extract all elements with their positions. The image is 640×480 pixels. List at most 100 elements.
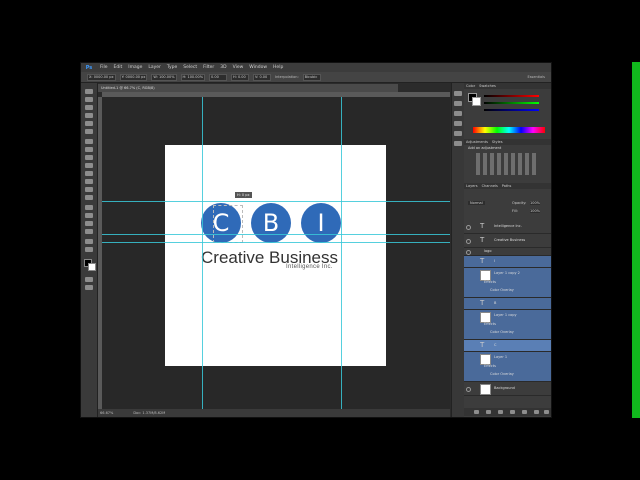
menu-type[interactable]: Type: [164, 65, 180, 70]
options-bar: X: 0000.00 px Y: 0000.00 px W: 100.00% H…: [81, 72, 551, 83]
workspace-select[interactable]: Essentials: [527, 75, 545, 79]
opacity-field[interactable]: 100%: [530, 201, 541, 205]
history-brush-tool-icon[interactable]: [85, 163, 93, 168]
background-color-chip[interactable]: [472, 97, 481, 106]
adjustment-layer-icon[interactable]: [510, 410, 515, 414]
lasso-tool-icon[interactable]: [85, 105, 93, 110]
brush-tool-icon[interactable]: [85, 147, 93, 152]
horizontal-guide[interactable]: [102, 242, 450, 243]
menu-image[interactable]: Image: [125, 65, 145, 70]
horizontal-guide[interactable]: [102, 234, 450, 235]
brush-panel-icon[interactable]: [454, 131, 462, 136]
menu-layer[interactable]: Layer: [145, 65, 164, 70]
interpolation-select[interactable]: Bicubic: [302, 73, 321, 81]
layer-row[interactable]: Layer 1 copy Effects Color Overlay: [464, 310, 551, 340]
layer-row[interactable]: T B: [464, 298, 551, 310]
blur-tool-icon[interactable]: [85, 187, 93, 192]
layer-row[interactable]: T I: [464, 256, 551, 268]
logo-circle-i[interactable]: I: [301, 203, 341, 243]
layer-style-icon[interactable]: [486, 410, 491, 414]
menu-filter[interactable]: Filter: [200, 65, 217, 70]
dodge-tool-icon[interactable]: [85, 195, 93, 200]
character-panel-icon[interactable]: [454, 111, 462, 116]
fill-field[interactable]: 100%: [530, 209, 541, 213]
link-layers-icon[interactable]: [474, 410, 479, 414]
zoom-level[interactable]: 66.67%: [100, 409, 113, 417]
red-slider[interactable]: [484, 95, 539, 97]
trash-icon[interactable]: [544, 410, 549, 414]
color-spectrum-bar[interactable]: [473, 127, 545, 133]
green-slider[interactable]: [484, 102, 539, 104]
layer-name: B: [494, 301, 497, 305]
background-color-swatch[interactable]: [88, 263, 96, 271]
rotate-field[interactable]: 0.00: [209, 73, 228, 81]
menu-edit[interactable]: Edit: [111, 65, 126, 70]
hskew-field[interactable]: H: 0.00: [231, 73, 250, 81]
marquee-tool-icon[interactable]: [85, 97, 93, 102]
mask-icon[interactable]: [498, 410, 503, 414]
vertical-guide[interactable]: [202, 97, 203, 409]
adjustment-icons-grid[interactable]: [476, 153, 538, 175]
eye-icon[interactable]: [466, 225, 471, 230]
eye-icon[interactable]: [466, 387, 471, 392]
menu-file[interactable]: File: [97, 65, 111, 70]
pen-tool-icon[interactable]: [85, 205, 93, 210]
menu-select[interactable]: Select: [180, 65, 200, 70]
selection-bounding-box[interactable]: [213, 205, 243, 243]
layer-row-selected[interactable]: T C: [464, 340, 551, 352]
hand-tool-icon[interactable]: [85, 239, 93, 244]
tab-adjustments[interactable]: Adjustments: [466, 139, 488, 145]
quick-mask-icon[interactable]: [85, 277, 93, 282]
shape-tool-icon[interactable]: [85, 229, 93, 234]
healing-tool-icon[interactable]: [85, 139, 93, 144]
tab-color[interactable]: Color: [466, 83, 475, 89]
actions-panel-icon[interactable]: [454, 141, 462, 146]
paragraph-panel-icon[interactable]: [454, 121, 462, 126]
eye-icon[interactable]: [466, 239, 471, 244]
new-layer-icon[interactable]: [534, 410, 539, 414]
eraser-tool-icon[interactable]: [85, 171, 93, 176]
type-tool-icon[interactable]: [85, 213, 93, 218]
logo-circle-b[interactable]: B: [251, 203, 291, 243]
x-field[interactable]: X: 0000.00 px: [87, 73, 116, 81]
vertical-guide[interactable]: [341, 97, 342, 409]
eyedropper-tool-icon[interactable]: [85, 129, 93, 134]
tagline-text[interactable]: Intelligence Inc.: [286, 264, 333, 270]
tab-styles[interactable]: Styles: [492, 139, 503, 145]
vskew-field[interactable]: V: 0.00: [253, 73, 272, 81]
tab-paths[interactable]: Paths: [502, 183, 512, 189]
gradient-tool-icon[interactable]: [85, 179, 93, 184]
crop-tool-icon[interactable]: [85, 121, 93, 126]
horizontal-guide[interactable]: [102, 201, 450, 202]
logo-letter-i: I: [317, 209, 325, 237]
layer-row[interactable]: Background: [464, 382, 551, 396]
new-group-icon[interactable]: [522, 410, 527, 414]
screen-mode-icon[interactable]: [85, 285, 93, 290]
zoom-tool-icon[interactable]: [85, 247, 93, 252]
tab-swatches[interactable]: Swatches: [479, 83, 496, 89]
eye-icon[interactable]: [466, 250, 471, 255]
menu-view[interactable]: View: [230, 65, 247, 70]
height-field[interactable]: H: 100.00%: [180, 73, 206, 81]
tab-channels[interactable]: Channels: [482, 183, 498, 189]
document-tab[interactable]: Untitled-1 @ 66.7% (C, RGB/8): [98, 84, 398, 92]
layer-row[interactable]: Layer 1 Effects Color Overlay: [464, 352, 551, 382]
blend-mode-select[interactable]: Normal: [468, 201, 485, 205]
layer-row[interactable]: T Creative Business: [464, 234, 551, 248]
layer-row[interactable]: Layer 1 copy 2 Effects Color Overlay: [464, 268, 551, 298]
menu-help[interactable]: Help: [270, 65, 286, 70]
path-select-tool-icon[interactable]: [85, 221, 93, 226]
y-field[interactable]: Y: 0000.00 px: [119, 73, 148, 81]
history-panel-icon[interactable]: [454, 91, 462, 96]
menu-3d[interactable]: 3D: [217, 65, 229, 70]
tab-layers[interactable]: Layers: [466, 183, 478, 189]
menu-window[interactable]: Window: [246, 65, 270, 70]
blue-slider[interactable]: [484, 109, 539, 111]
move-tool-icon[interactable]: [85, 89, 93, 94]
quick-select-tool-icon[interactable]: [85, 113, 93, 118]
layer-group-row[interactable]: logo: [464, 248, 551, 256]
stamp-tool-icon[interactable]: [85, 155, 93, 160]
width-field[interactable]: W: 100.00%: [151, 73, 177, 81]
properties-panel-icon[interactable]: [454, 101, 462, 106]
layer-row[interactable]: T Intelligence Inc.: [464, 220, 551, 234]
